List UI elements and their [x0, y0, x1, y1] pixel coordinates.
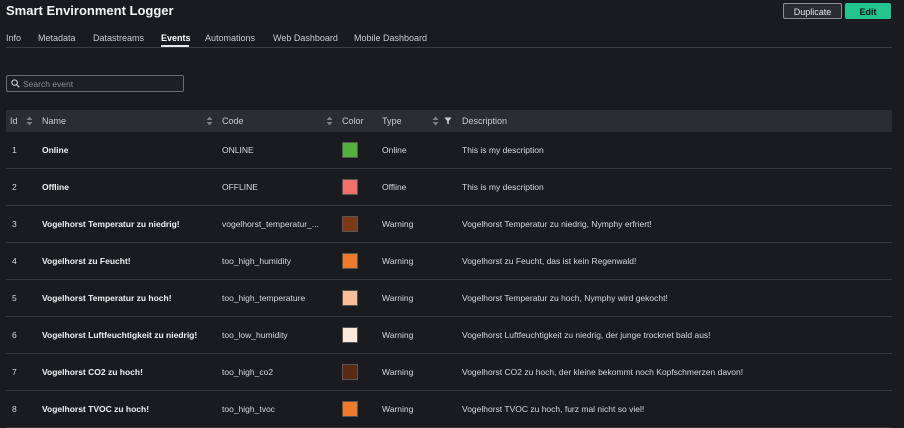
- table-row[interactable]: 6 Vogelhorst Luftfeuchtigkeit zu niedrig!…: [6, 317, 892, 354]
- search-input[interactable]: [23, 77, 179, 90]
- sort-type-icon[interactable]: [432, 116, 439, 126]
- cell-name: Vogelhorst CO2 zu hoch!: [42, 367, 143, 377]
- tab-info[interactable]: Info: [6, 33, 21, 43]
- cell-type: Warning: [382, 293, 414, 303]
- sort-id-icon[interactable]: [26, 116, 33, 126]
- cell-code: too_high_co2: [222, 367, 274, 377]
- cell-id: 6: [12, 330, 17, 340]
- filter-icon[interactable]: [444, 117, 452, 125]
- table-row[interactable]: 5 Vogelhorst Temperatur zu hoch! too_high_…: [6, 280, 892, 317]
- color-swatch: [342, 142, 358, 158]
- table-row[interactable]: 8 Vogelhorst TVOC zu hoch! too_high_tvoc Wa…: [6, 391, 892, 428]
- duplicate-button[interactable]: Duplicate: [783, 3, 842, 19]
- table-body: 1 Online ONLINE Online This is my descriptio…: [6, 132, 892, 428]
- tab-metadata[interactable]: Metadata: [38, 33, 76, 43]
- cell-description: Vogelhorst TVOC zu hoch, furz mal nicht …: [462, 404, 645, 414]
- cell-id: 4: [12, 256, 17, 266]
- cell-type: Warning: [382, 219, 414, 229]
- color-swatch: [342, 401, 358, 417]
- table-row[interactable]: 4 Vogelhorst zu Feucht! too_high_humidity W…: [6, 243, 892, 280]
- cell-description: Vogelhorst Temperatur zu hoch, Nymphy wi…: [462, 293, 668, 303]
- page-title: Smart Environment Logger: [6, 3, 174, 18]
- cell-code: too_high_temperature: [222, 293, 306, 303]
- tab-datastreams[interactable]: Datastreams: [93, 33, 144, 43]
- cell-type: Warning: [382, 256, 414, 266]
- table-header: Id Name Code Color Type Description: [6, 110, 892, 132]
- cell-type: Online: [382, 145, 407, 155]
- sort-name-icon[interactable]: [206, 116, 213, 126]
- search-box[interactable]: [6, 75, 184, 92]
- cell-code: too_low_humidity: [222, 330, 288, 340]
- page-header: Smart Environment Logger Duplicate Edit: [0, 0, 904, 24]
- cell-name: Vogelhorst zu Feucht!: [42, 256, 131, 266]
- cell-id: 5: [12, 293, 17, 303]
- cell-description: This is my description: [462, 182, 544, 192]
- cell-name: Vogelhorst Temperatur zu hoch!: [42, 293, 172, 303]
- cell-id: 7: [12, 367, 17, 377]
- cell-name: Offline: [42, 182, 69, 192]
- color-swatch: [342, 216, 358, 232]
- cell-name: Online: [42, 145, 69, 155]
- cell-code: too_high_tvoc: [222, 404, 275, 414]
- tab-web-dashboard[interactable]: Web Dashboard: [273, 33, 338, 43]
- tabs-divider: [6, 47, 892, 48]
- cell-type: Warning: [382, 404, 414, 414]
- cell-type: Offline: [382, 182, 407, 192]
- tab-automations[interactable]: Automations: [205, 33, 255, 43]
- table-row[interactable]: 1 Online ONLINE Online This is my descriptio…: [6, 132, 892, 169]
- column-header-code[interactable]: Code: [222, 110, 244, 132]
- cell-type: Warning: [382, 367, 414, 377]
- cell-description: Vogelhorst Temperatur zu niedrig, Nymphy…: [462, 219, 652, 229]
- sort-code-icon[interactable]: [326, 116, 333, 126]
- tab-events[interactable]: Events: [161, 33, 191, 43]
- color-swatch: [342, 253, 358, 269]
- cell-description: Vogelhorst zu Feucht, das ist kein Regen…: [462, 256, 637, 266]
- cell-description: This is my description: [462, 145, 544, 155]
- cell-id: 8: [12, 404, 17, 414]
- column-header-name[interactable]: Name: [42, 110, 66, 132]
- cell-name: Vogelhorst Temperatur zu niedrig!: [42, 219, 180, 229]
- cell-id: 1: [12, 145, 17, 155]
- cell-code: OFFLINE: [222, 182, 258, 192]
- cell-name: Vogelhorst Luftfeuchtigkeit zu niedrig!: [42, 330, 198, 340]
- cell-description: Vogelhorst CO2 zu hoch, der kleine bekom…: [462, 367, 744, 377]
- cell-name: Vogelhorst TVOC zu hoch!: [42, 404, 150, 414]
- color-swatch: [342, 327, 358, 343]
- cell-type: Warning: [382, 330, 414, 340]
- events-table: Id Name Code Color Type Description 1 Onl…: [6, 110, 892, 428]
- cell-id: 3: [12, 219, 17, 229]
- table-row[interactable]: 2 Offline OFFLINE Offline This is my descrip…: [6, 169, 892, 206]
- table-row[interactable]: 3 Vogelhorst Temperatur zu niedrig! vogelh…: [6, 206, 892, 243]
- cell-code: too_high_humidity: [222, 256, 291, 266]
- tab-mobile-dashboard[interactable]: Mobile Dashboard: [354, 33, 427, 43]
- search-icon: [11, 79, 20, 88]
- tab-bar: Info Metadata Datastreams Events Automat…: [0, 31, 904, 47]
- cell-code: vogelhorst_temperatur_...: [222, 219, 319, 229]
- table-row[interactable]: 7 Vogelhorst CO2 zu hoch! too_high_co2 Warn…: [6, 354, 892, 391]
- edit-button[interactable]: Edit: [845, 3, 891, 19]
- column-header-color: Color: [342, 116, 364, 126]
- cell-code: ONLINE: [222, 145, 254, 155]
- cell-description: Vogelhorst Luftfeuchtigkeit zu niedrig, …: [462, 330, 711, 340]
- color-swatch: [342, 179, 358, 195]
- color-swatch: [342, 290, 358, 306]
- column-header-type[interactable]: Type: [382, 110, 402, 132]
- column-header-description: Description: [462, 116, 508, 126]
- cell-id: 2: [12, 182, 17, 192]
- color-swatch: [342, 364, 358, 380]
- column-header-id[interactable]: Id: [10, 110, 18, 132]
